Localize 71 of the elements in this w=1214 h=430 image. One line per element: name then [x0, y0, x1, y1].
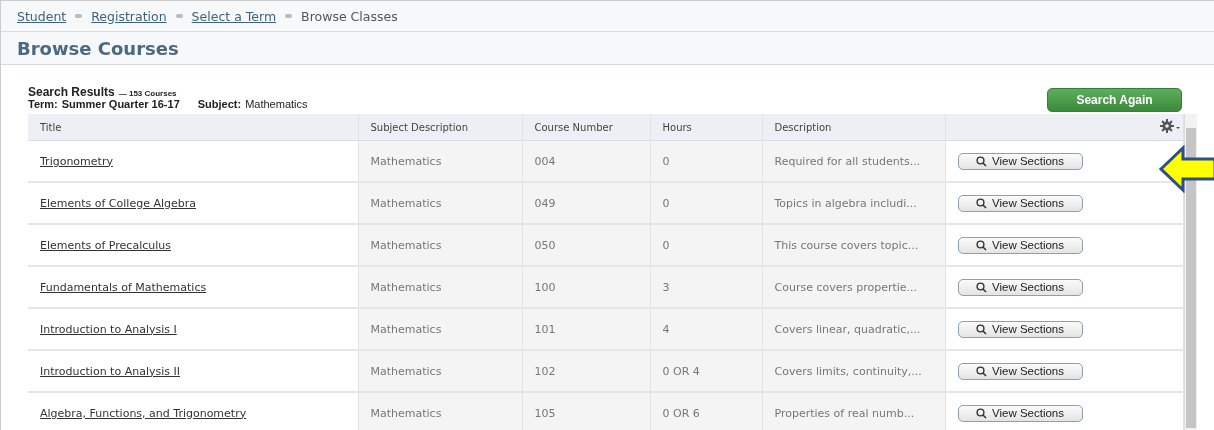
table-cell: 3 [662, 280, 670, 294]
search-icon [976, 323, 987, 335]
view-sections-button[interactable]: View Sections [957, 320, 1083, 338]
table-cell: Topics in algebra includi... [774, 196, 917, 210]
subject-value: Mathematics [245, 98, 308, 110]
view-sections-button[interactable]: View Sections [957, 152, 1083, 170]
page-title: Browse Courses [17, 37, 179, 59]
table-cell: Required for all students... [774, 154, 921, 168]
search-icon [976, 239, 987, 251]
course-title-link[interactable]: Elements of Precalculus [40, 238, 171, 252]
settings-icon[interactable] [1159, 119, 1181, 133]
column-header[interactable]: Subject Description [358, 114, 522, 141]
table-cell: 4 [662, 322, 670, 336]
table-cell: This course covers topic... [774, 238, 919, 252]
table-cell: 049 [534, 196, 556, 210]
arrow-icon [1159, 145, 1214, 193]
table-cell: Mathematics [370, 154, 442, 168]
term-value: Summer Quarter 16-17 [61, 98, 180, 110]
course-title-link[interactable]: Algebra, Functions, and Trigonometry [40, 406, 247, 420]
course-title-link[interactable]: Elements of College Algebra [40, 196, 196, 210]
table-cell: 0 OR 4 [662, 364, 700, 378]
results-heading: Search Results [28, 85, 115, 99]
table-cell: Course covers propertie... [774, 280, 918, 294]
table-cell: 101 [534, 322, 556, 336]
table-cell: Covers linear, quadratic,... [774, 322, 921, 336]
table-cell: Mathematics [370, 364, 442, 378]
table-cell: 0 [662, 154, 670, 168]
course-title-link[interactable]: Trigonometry [40, 154, 113, 168]
table-cell: 0 [662, 238, 670, 252]
breadcrumb-link[interactable]: Registration [91, 8, 167, 24]
results-count: — 153 Courses [118, 89, 177, 98]
view-sections-button[interactable]: View Sections [957, 362, 1083, 380]
table-cell: 102 [534, 364, 556, 378]
separator-icon [75, 14, 83, 18]
view-sections-button[interactable]: View Sections [957, 404, 1083, 422]
term-label: Term: [28, 98, 58, 110]
course-title-link[interactable]: Introduction to Analysis I [40, 322, 177, 336]
search-icon [976, 281, 987, 293]
table-cell: 050 [534, 238, 556, 252]
table-cell: 105 [534, 406, 556, 420]
table-cell: Mathematics [370, 406, 442, 420]
table-cell: Mathematics [370, 280, 442, 294]
table-cell: 100 [534, 280, 556, 294]
table-cell: Covers limits, continuity,... [774, 364, 922, 378]
breadcrumb-link[interactable]: Select a Term [191, 8, 277, 24]
view-sections-button[interactable]: View Sections [957, 194, 1083, 212]
scrollbar[interactable] [1184, 114, 1197, 430]
subject-label: Subject: [197, 98, 242, 110]
table-cell: 004 [534, 154, 556, 168]
table-cell: 0 OR 6 [662, 406, 700, 420]
search-icon [976, 365, 987, 377]
course-title-link[interactable]: Fundamentals of Mathematics [40, 280, 207, 294]
view-sections-button[interactable]: View Sections [957, 236, 1083, 254]
column-header[interactable]: Course Number [522, 114, 650, 141]
search-icon [976, 155, 987, 167]
column-header[interactable]: Description [762, 114, 945, 141]
search-icon [976, 407, 987, 419]
breadcrumb-link[interactable]: Student [17, 8, 67, 24]
table-cell: Properties of real numb... [774, 406, 915, 420]
separator-icon [285, 14, 293, 18]
table-cell: 0 [662, 196, 670, 210]
view-sections-button[interactable]: View Sections [957, 278, 1083, 296]
course-title-link[interactable]: Introduction to Analysis II [40, 364, 180, 378]
current-page-label: Browse Classes [301, 8, 398, 24]
table-cell: Mathematics [370, 196, 442, 210]
column-header[interactable]: Title [28, 114, 358, 141]
search-icon [976, 197, 987, 209]
column-header[interactable]: Hours [650, 114, 762, 141]
separator-icon [175, 14, 183, 18]
table-cell: Mathematics [370, 322, 442, 336]
table-cell: Mathematics [370, 238, 442, 252]
